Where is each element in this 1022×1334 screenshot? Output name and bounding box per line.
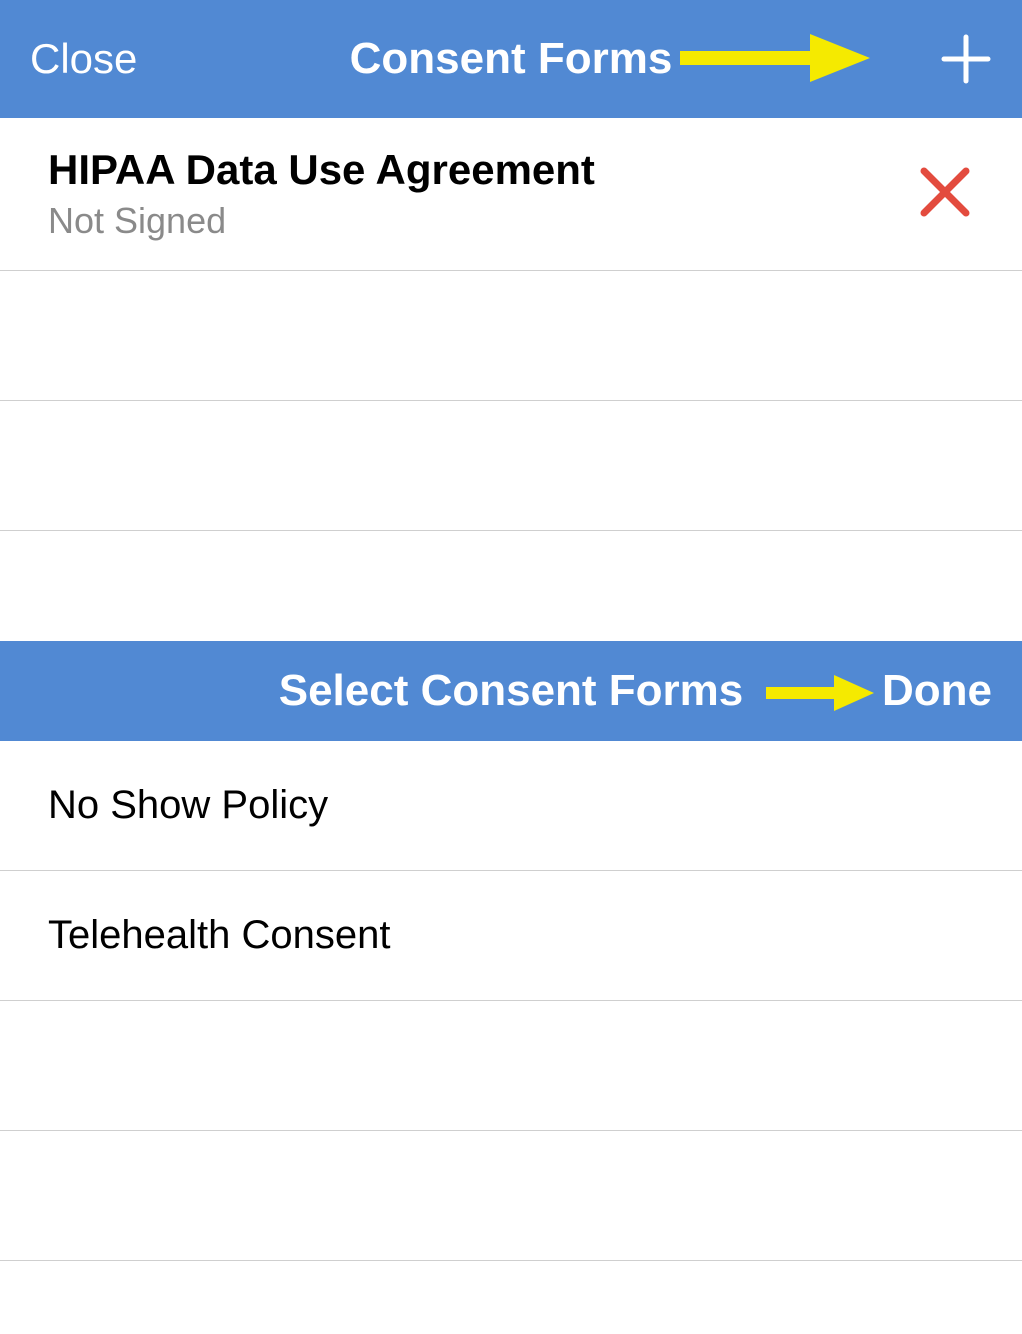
- consent-forms-list: HIPAA Data Use Agreement Not Signed: [0, 118, 1022, 531]
- close-button[interactable]: Close: [30, 35, 137, 83]
- selectable-form-row[interactable]: No Show Policy: [0, 741, 1022, 871]
- empty-row: [0, 271, 1022, 401]
- plus-icon: [940, 33, 992, 85]
- delete-button[interactable]: [916, 163, 974, 226]
- select-consent-forms-title: Select Consent Forms: [279, 666, 744, 716]
- x-icon: [916, 163, 974, 221]
- panel-gap: [0, 531, 1022, 641]
- selectable-form-label: Telehealth Consent: [48, 913, 390, 958]
- consent-forms-title: Consent Forms: [350, 34, 673, 84]
- consent-forms-header: Close Consent Forms: [0, 0, 1022, 118]
- consent-form-title: HIPAA Data Use Agreement: [48, 146, 595, 194]
- empty-row: [0, 1001, 1022, 1131]
- done-button[interactable]: Done: [882, 666, 992, 716]
- select-consent-forms-panel: Select Consent Forms Done No Show Policy…: [0, 641, 1022, 1261]
- select-consent-forms-header: Select Consent Forms Done: [0, 641, 1022, 741]
- selectable-form-label: No Show Policy: [48, 783, 328, 828]
- selectable-forms-list: No Show Policy Telehealth Consent: [0, 741, 1022, 1261]
- consent-form-status: Not Signed: [48, 200, 595, 242]
- selectable-form-row[interactable]: Telehealth Consent: [0, 871, 1022, 1001]
- consent-form-text: HIPAA Data Use Agreement Not Signed: [48, 146, 595, 242]
- empty-row: [0, 1131, 1022, 1261]
- consent-forms-panel: Close Consent Forms HIPAA Data Use Agree…: [0, 0, 1022, 531]
- annotation-arrow-icon: [766, 673, 874, 713]
- annotation-arrow-icon: [680, 30, 870, 86]
- consent-form-row[interactable]: HIPAA Data Use Agreement Not Signed: [0, 118, 1022, 271]
- add-button[interactable]: [940, 33, 992, 85]
- empty-row: [0, 401, 1022, 531]
